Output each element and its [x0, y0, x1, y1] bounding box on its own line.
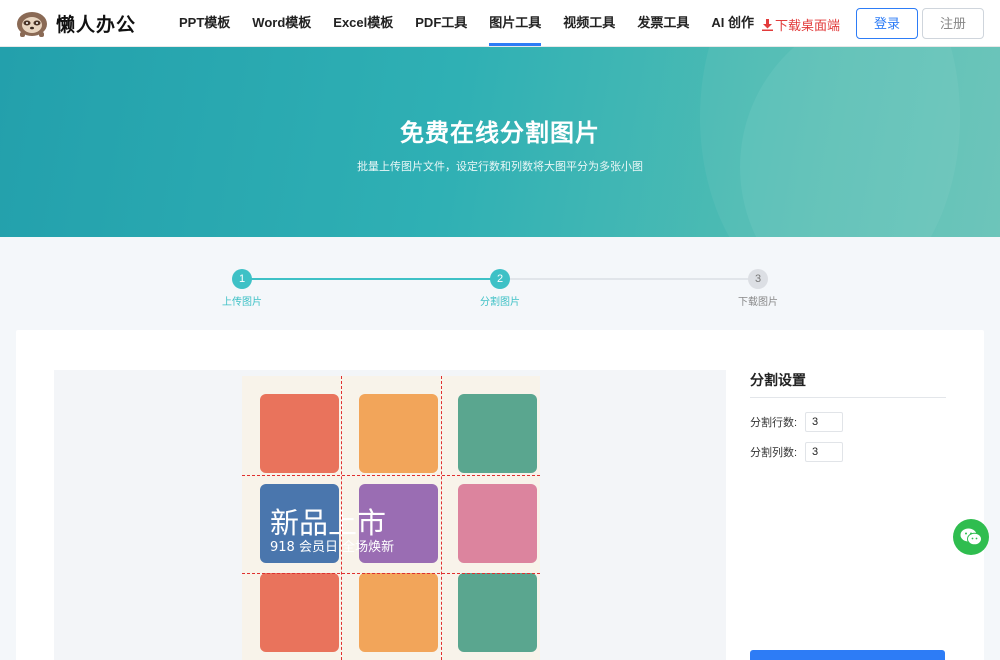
split-submit-button[interactable]: [750, 650, 945, 660]
step-3-dot: 3: [748, 269, 768, 289]
cols-input[interactable]: [805, 442, 843, 462]
nav-ppt-templates[interactable]: PPT模板: [168, 0, 241, 47]
rows-setting: 分割行数:: [750, 412, 946, 432]
split-line-horizontal: [242, 573, 540, 574]
main-nav: PPT模板 Word模板 Excel模板 PDF工具 图片工具 视频工具 发票工…: [168, 0, 765, 47]
split-line-vertical: [440, 376, 442, 660]
step-2-dot: 2: [490, 269, 510, 289]
progress-steps: 1 上传图片 2 分割图片 3 下载图片: [0, 237, 1000, 330]
preview-tile: [457, 483, 537, 563]
preview-tile: [358, 573, 438, 653]
preview-tile: [260, 573, 339, 653]
nav-invoice-tools[interactable]: 发票工具: [626, 0, 700, 47]
nav-video-tools[interactable]: 视频工具: [552, 0, 626, 47]
nav-word-templates[interactable]: Word模板: [241, 0, 322, 47]
step-connector-todo: [500, 278, 758, 280]
preview-tile: [260, 394, 339, 473]
image-preview-area: 新品上市 918 会员日 全场焕新: [54, 370, 726, 660]
hero-banner: 免费在线分割图片 批量上传图片文件，设定行数和列数将大图平分为多张小图: [0, 47, 1000, 237]
logo-text: 懒人办公: [56, 14, 137, 36]
wechat-icon: [960, 528, 982, 546]
nav-pdf-tools[interactable]: PDF工具: [404, 0, 478, 47]
split-settings-panel: 分割设置 分割行数: 分割列数:: [750, 370, 946, 462]
step-3-label: 下载图片: [738, 297, 778, 308]
step-connector-done: [242, 278, 500, 280]
split-line-vertical: [341, 376, 343, 660]
site-logo[interactable]: 懒人办公: [14, 8, 136, 38]
wechat-contact-button[interactable]: [953, 519, 989, 555]
cols-setting: 分割列数:: [750, 442, 946, 462]
cols-label: 分割列数:: [750, 447, 798, 459]
nav-image-tools[interactable]: 图片工具: [478, 0, 552, 47]
rows-label: 分割行数:: [750, 417, 798, 429]
page-title: 免费在线分割图片: [400, 120, 600, 147]
sloth-logo-icon: [17, 12, 47, 37]
download-desktop-link[interactable]: 下载桌面端: [762, 15, 840, 34]
preview-tile: [457, 573, 537, 653]
settings-title: 分割设置: [750, 370, 946, 398]
rows-input[interactable]: [805, 412, 843, 432]
step-1-label: 上传图片: [222, 297, 262, 308]
nav-ai-creation[interactable]: AI 创作: [700, 0, 765, 47]
login-button[interactable]: 登录: [856, 8, 918, 39]
step-1-dot: 1: [232, 269, 252, 289]
preview-tile: [457, 394, 537, 473]
register-button[interactable]: 注册: [922, 8, 984, 39]
page-subtitle: 批量上传图片文件，设定行数和列数将大图平分为多张小图: [357, 161, 643, 173]
nav-excel-templates[interactable]: Excel模板: [322, 0, 404, 47]
split-workspace-card: 新品上市 918 会员日 全场焕新 分割设置 分割行数: 分割列数:: [16, 330, 984, 660]
image-canvas: 新品上市 918 会员日 全场焕新: [242, 376, 540, 660]
download-icon: [762, 18, 773, 31]
preview-promo-subtitle: 918 会员日 全场焕新: [270, 540, 395, 555]
download-label: 下载桌面端: [775, 18, 841, 33]
step-2-label: 分割图片: [480, 297, 520, 308]
top-header: 懒人办公 PPT模板 Word模板 Excel模板 PDF工具 图片工具 视频工…: [0, 0, 1000, 47]
split-line-horizontal: [242, 474, 540, 476]
preview-tile: [358, 394, 438, 473]
